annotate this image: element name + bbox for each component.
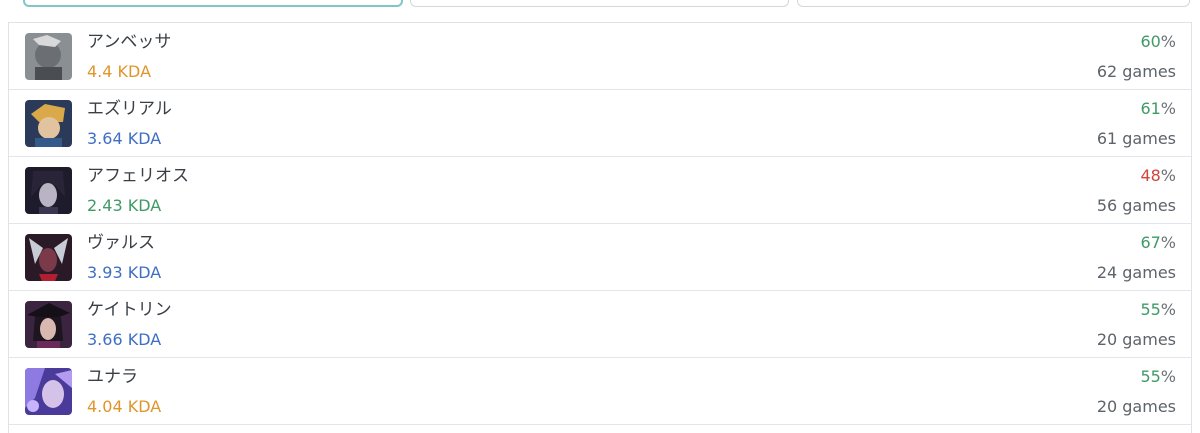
win-rate: 67% <box>1140 232 1176 254</box>
champion-name: ケイトリン <box>87 300 172 320</box>
percent-sign: % <box>1160 233 1176 252</box>
ambessa-portrait-icon <box>25 33 72 80</box>
win-rate: 55% <box>1140 366 1176 388</box>
champion-name: アンベッサ <box>87 32 172 52</box>
games-count: 20 games <box>1096 330 1176 349</box>
aphelios-portrait-icon <box>25 167 72 214</box>
kda-value: 4.04 KDA <box>87 397 162 416</box>
tab-3[interactable] <box>797 0 1190 7</box>
percent-sign: % <box>1160 300 1176 319</box>
win-rate: 61% <box>1140 98 1176 120</box>
list-item[interactable]: アフェリオス 2.43 KDA 48% 56 games <box>9 157 1191 224</box>
kda-value: 3.66 KDA <box>87 330 162 349</box>
ezreal-portrait-icon <box>25 100 72 147</box>
kda-value: 3.93 KDA <box>87 263 162 282</box>
games-count: 61 games <box>1096 129 1176 148</box>
caitlyn-portrait-icon <box>25 301 72 348</box>
kda-value: 3.64 KDA <box>87 129 162 148</box>
win-rate-value: 60 <box>1140 32 1161 51</box>
percent-sign: % <box>1160 99 1176 118</box>
yunara-portrait-icon <box>25 368 72 415</box>
list-item[interactable]: ヴァルス 3.93 KDA 67% 24 games <box>9 224 1191 291</box>
champion-name: ヴァルス <box>87 233 155 253</box>
win-rate: 60% <box>1140 31 1176 53</box>
champion-name: アフェリオス <box>87 166 189 186</box>
games-count: 56 games <box>1096 196 1176 215</box>
filter-tabs <box>0 0 1200 22</box>
varus-portrait-icon <box>25 234 72 281</box>
champion-name: エズリアル <box>87 99 172 119</box>
win-rate-value: 48 <box>1140 166 1161 185</box>
list-item[interactable]: エズリアル 3.64 KDA 61% 61 games <box>9 90 1191 157</box>
win-rate-value: 55 <box>1140 300 1161 319</box>
list-item[interactable]: ケイトリン 3.66 KDA 55% 20 games <box>9 291 1191 358</box>
champion-name: ユナラ <box>87 367 138 387</box>
win-rate: 48% <box>1140 165 1176 187</box>
kda-value: 4.4 KDA <box>87 62 152 81</box>
champion-stats-list: アンベッサ 4.4 KDA 60% 62 games エズリアル 3.64 KD… <box>8 22 1192 433</box>
percent-sign: % <box>1160 32 1176 51</box>
win-rate: 55% <box>1140 299 1176 321</box>
percent-sign: % <box>1160 367 1176 386</box>
games-count: 62 games <box>1096 62 1176 81</box>
list-item[interactable]: アンベッサ 4.4 KDA 60% 62 games <box>9 23 1191 90</box>
tab-2[interactable] <box>410 0 789 7</box>
win-rate-value: 67 <box>1140 233 1161 252</box>
win-rate-value: 61 <box>1140 99 1161 118</box>
kda-value: 2.43 KDA <box>87 196 162 215</box>
list-item[interactable]: ユナラ 4.04 KDA 55% 20 games <box>9 358 1191 425</box>
percent-sign: % <box>1160 166 1176 185</box>
win-rate-value: 55 <box>1140 367 1161 386</box>
tab-1[interactable] <box>23 0 403 7</box>
games-count: 24 games <box>1096 263 1176 282</box>
games-count: 20 games <box>1096 397 1176 416</box>
